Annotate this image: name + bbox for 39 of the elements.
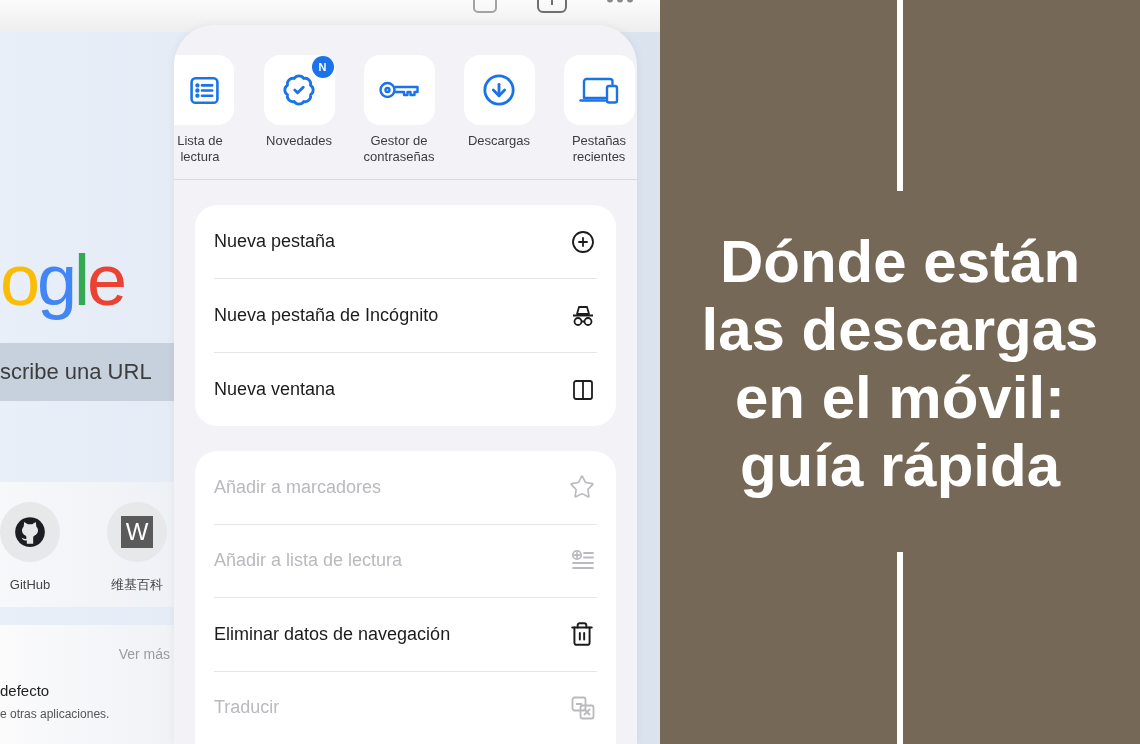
quick-action-button[interactable] <box>463 55 535 125</box>
quick-action-label: Pestañas recientes <box>570 133 628 165</box>
menu-item[interactable]: Nueva ventana <box>195 353 616 426</box>
shortcut-label: GitHub <box>9 577 51 593</box>
trash-icon <box>569 621 595 648</box>
quick-action-button[interactable] <box>363 55 435 125</box>
plus-circle-icon <box>571 229 595 254</box>
search-field[interactable]: scribe una URL <box>0 343 174 401</box>
star-icon <box>569 474 595 501</box>
quick-action-button[interactable] <box>563 55 635 125</box>
logo-wordmark: ogle <box>0 240 125 320</box>
feed-title: defecto <box>0 682 50 700</box>
quick-action-button[interactable]: N <box>263 55 335 125</box>
incognito-icon <box>571 303 595 328</box>
split-window-icon <box>571 377 595 402</box>
shortcut-label: 维基百科 <box>111 577 163 593</box>
devices-icon <box>579 76 619 104</box>
list-icon <box>188 74 220 106</box>
feed-description: e otras aplicaciones. <box>0 706 110 722</box>
quick-action-label: Descargas <box>466 133 532 149</box>
cover-title: Dónde están las descargas en el móvil: guía rápida <box>700 228 1100 500</box>
badge-check-icon <box>282 73 316 107</box>
menu-item[interactable]: Eliminar datos de navegación <box>195 598 616 671</box>
menu-item[interactable]: Nueva pestaña de Incógnito <box>195 279 616 352</box>
menu-item[interactable]: Nueva pestaña <box>195 205 616 278</box>
new-tab-icon[interactable] <box>537 0 567 13</box>
cat-logo-icon <box>13 515 47 549</box>
favicon-tile: W <box>121 516 153 548</box>
shortcut-button[interactable]: W <box>107 502 167 562</box>
quick-action-button[interactable] <box>174 55 234 125</box>
translate-icon <box>571 695 595 720</box>
download-icon <box>482 73 516 107</box>
key-icon <box>379 80 419 100</box>
quick-action-label: Lista de lectura <box>176 133 224 165</box>
more-icon[interactable] <box>607 0 633 3</box>
quick-action-label: Novedades <box>265 133 333 149</box>
quick-action-label: Gestor de contraseñas <box>362 133 436 165</box>
tab-grid-icon[interactable] <box>473 0 497 13</box>
new-badge: N <box>311 56 334 78</box>
